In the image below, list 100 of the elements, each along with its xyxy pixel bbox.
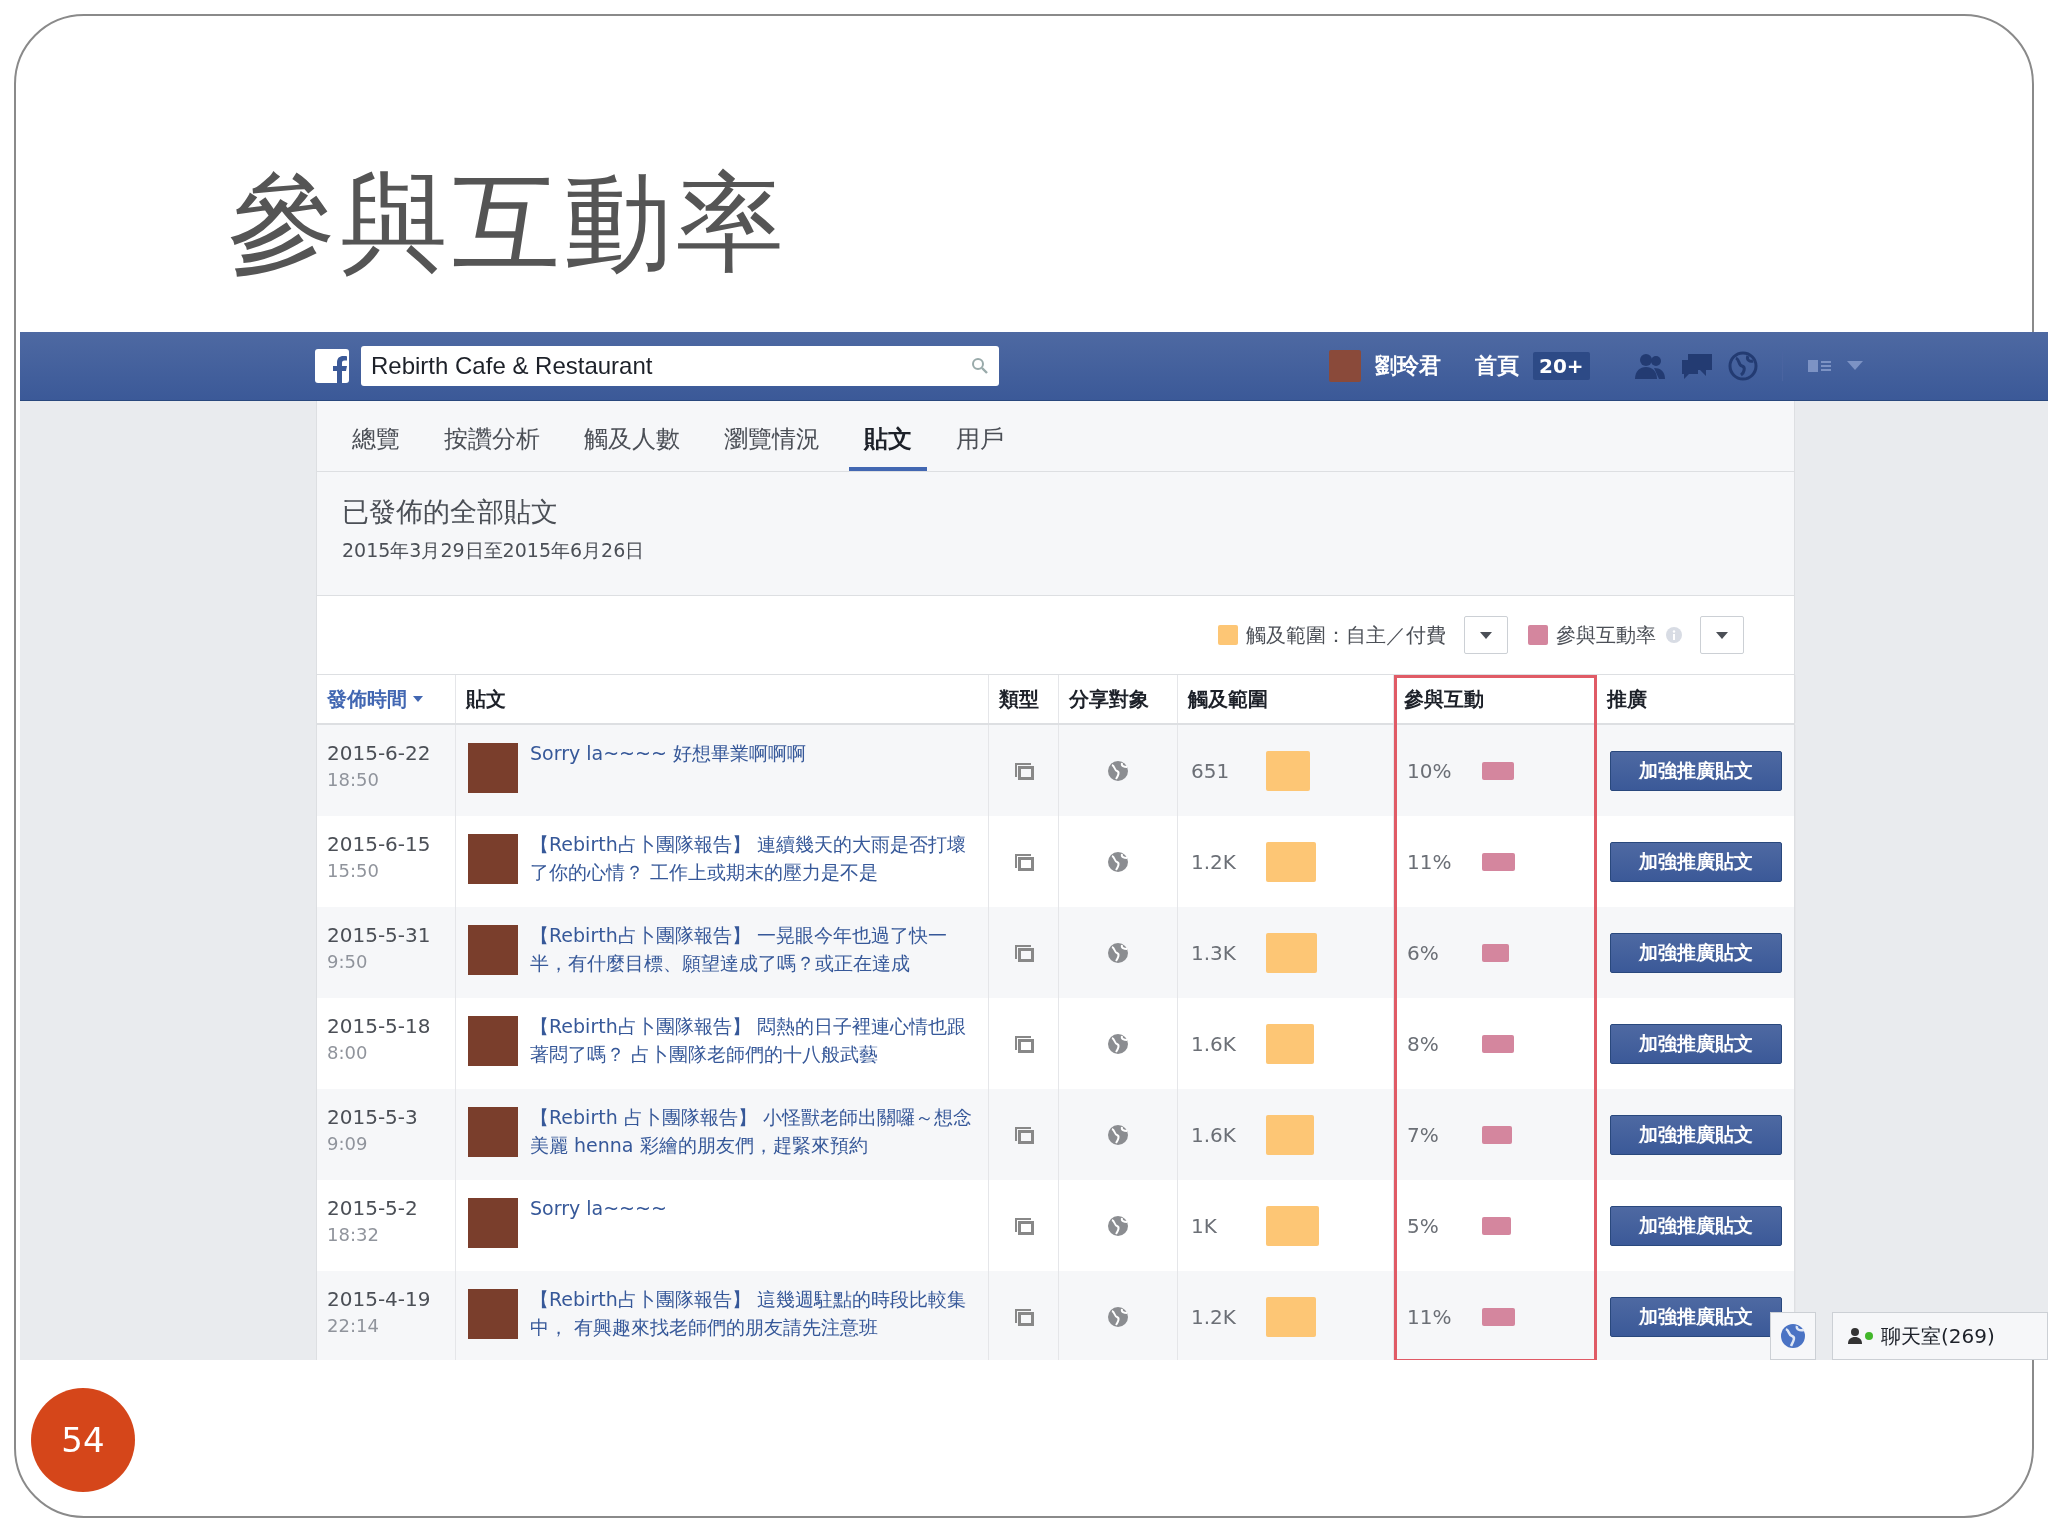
post-date: 2015-6-22 <box>327 741 432 765</box>
post-date: 2015-6-15 <box>327 832 432 856</box>
reach-value: 651 <box>1191 758 1231 783</box>
legend-label: 參與互動率 <box>1556 621 1656 649</box>
post-text[interactable]: Sorry la~~~~ 好想畢業啊啊啊 <box>530 739 806 767</box>
post-time: 9:09 <box>327 1133 369 1154</box>
friends-icon[interactable] <box>1633 352 1666 380</box>
slide-title: 參與互動率 <box>228 164 789 283</box>
boost-post-button[interactable]: 加強推廣貼文 <box>1610 750 1782 791</box>
tab[interactable]: 用戶 <box>941 401 1019 471</box>
photo-placeholder[interactable] <box>468 1198 518 1248</box>
chat-bar[interactable]: 聊天室(269) <box>1832 1312 2048 1360</box>
photo-placeholder[interactable] <box>468 925 518 975</box>
globe-icon <box>1780 1323 1806 1349</box>
reach-value: 1.2K <box>1191 849 1237 874</box>
reach-value: 1K <box>1191 1213 1218 1238</box>
photo-stack-icon <box>1012 851 1035 872</box>
reach-value: 1.6K <box>1191 1031 1237 1056</box>
search-icon[interactable] <box>971 357 989 375</box>
legend-label: 觸及範圍：自主／付費 <box>1246 621 1446 649</box>
photo-placeholder[interactable] <box>468 1016 518 1066</box>
photo-placeholder[interactable] <box>468 1289 518 1339</box>
globe-icon <box>1107 1123 1129 1146</box>
column-header: 分享對象 <box>1069 685 1149 713</box>
boost-post-button[interactable]: 加強推廣貼文 <box>1610 1114 1782 1155</box>
reach-value: 1.6K <box>1191 1122 1237 1147</box>
photo-stack-icon <box>1012 1124 1035 1145</box>
column-header: 推廣 <box>1607 685 1647 713</box>
photo-stack-icon <box>1012 1306 1035 1327</box>
post-date: 2015-5-31 <box>327 923 432 947</box>
photo-placeholder[interactable] <box>468 834 518 884</box>
messages-icon[interactable] <box>1679 352 1714 380</box>
menu-icon[interactable] <box>1806 358 1833 374</box>
caret-icon <box>1480 631 1492 639</box>
globe-icon <box>1107 1214 1129 1237</box>
boost-post-button[interactable]: 加強推廣貼文 <box>1610 1023 1782 1064</box>
globe-icon <box>1107 941 1129 964</box>
logo-icon[interactable] <box>315 349 349 383</box>
column-header: 觸及範圍 <box>1188 685 1268 713</box>
user-name[interactable]: 劉玲君 <box>1375 351 1441 381</box>
engagement-value: 7% <box>1407 1122 1440 1147</box>
search-field[interactable]: Rebirth Cafe & Restaurant <box>361 346 999 386</box>
section-title: 已發佈的全部貼文 <box>342 495 559 529</box>
post-date: 2015-5-3 <box>327 1105 419 1129</box>
tab[interactable]: 總覽 <box>337 401 415 471</box>
globe-icon <box>1107 759 1129 782</box>
engagement-value: 8% <box>1407 1031 1440 1056</box>
post-text[interactable]: 【Rebirth占卜團隊報告】 一晃眼今年也過了快一半，有什麼目標、願望達成了嗎？或正在達成 <box>530 921 978 977</box>
post-time: 9:50 <box>327 951 369 972</box>
dropdown-button[interactable] <box>1700 616 1744 654</box>
boost-post-button[interactable]: 加強推廣貼文 <box>1610 1205 1782 1246</box>
post-text[interactable]: 【Rebirth 占卜團隊報告】 小怪獸老師出關囉～想念美麗 henna 彩繪的朋友們，趕緊來預約 <box>530 1103 978 1159</box>
home-link[interactable]: 首頁 <box>1475 351 1519 381</box>
globe-icon[interactable] <box>1727 351 1758 381</box>
post-text[interactable]: 【Rebirth占卜團隊報告】 連續幾天的大雨是否打壞了你的心情？ 工作上或期末的壓力是不是 <box>530 830 978 886</box>
dropdown-button[interactable] <box>1464 616 1508 654</box>
post-text[interactable]: Sorry la~~~~ <box>530 1194 667 1222</box>
tab[interactable]: 觸及人數 <box>569 401 695 471</box>
sort-caret-icon[interactable] <box>413 696 423 702</box>
post-text[interactable]: 【Rebirth占卜團隊報告】 這幾週駐點的時段比較集中， 有興趣來找老師們的朋友請先注意班 <box>530 1285 978 1341</box>
post-date: 2015-5-2 <box>327 1196 419 1220</box>
caret-icon <box>1716 631 1728 639</box>
post-text[interactable]: 【Rebirth占卜團隊報告】 悶熱的日子裡連心情也跟著悶了嗎？ 占卜團隊老師們的十八般武藝 <box>530 1012 978 1068</box>
photo-placeholder[interactable] <box>468 1107 518 1157</box>
post-date: 2015-5-18 <box>327 1014 432 1038</box>
photo-placeholder[interactable] <box>468 743 518 793</box>
avatar-icon[interactable] <box>1329 350 1361 382</box>
globe-icon <box>1107 1032 1129 1055</box>
globe-button[interactable] <box>1770 1312 1816 1360</box>
reach-value: 1.2K <box>1191 1304 1237 1329</box>
post-date: 2015-4-19 <box>327 1287 432 1311</box>
post-time: 18:50 <box>327 769 380 790</box>
column-header: 貼文 <box>466 685 506 713</box>
tab[interactable]: 瀏覽情況 <box>709 401 835 471</box>
post-time: 22:14 <box>327 1315 380 1336</box>
notification-count: 20+ <box>1533 352 1590 380</box>
date-range: 2015年3月29日至2015年6月26日 <box>342 538 646 563</box>
post-time: 15:50 <box>327 860 380 881</box>
photo-stack-icon <box>1012 1033 1035 1054</box>
tab[interactable]: 貼文 <box>849 401 927 471</box>
column-header: 參與互動 <box>1404 685 1484 713</box>
person-online-icon <box>1847 1327 1875 1345</box>
globe-icon <box>1107 850 1129 873</box>
post-time: 8:00 <box>327 1042 369 1063</box>
globe-icon <box>1107 1305 1129 1328</box>
page-number: 54 <box>31 1388 135 1492</box>
tab[interactable]: 按讚分析 <box>429 401 555 471</box>
reach-value: 1.3K <box>1191 940 1237 965</box>
photo-stack-icon <box>1012 760 1035 781</box>
post-time: 18:32 <box>327 1224 380 1245</box>
engagement-value: 11% <box>1407 1304 1453 1329</box>
boost-post-button[interactable]: 加強推廣貼文 <box>1610 841 1782 882</box>
boost-post-button[interactable]: 加強推廣貼文 <box>1610 932 1782 973</box>
info-icon[interactable] <box>1666 627 1682 643</box>
column-header: 類型 <box>999 685 1039 713</box>
boost-post-button[interactable]: 加強推廣貼文 <box>1610 1296 1782 1337</box>
engagement-value: 6% <box>1407 940 1440 965</box>
caret-icon[interactable] <box>1846 361 1863 371</box>
column-header[interactable]: 發佈時間 <box>327 685 407 713</box>
photo-stack-icon <box>1012 1215 1035 1236</box>
